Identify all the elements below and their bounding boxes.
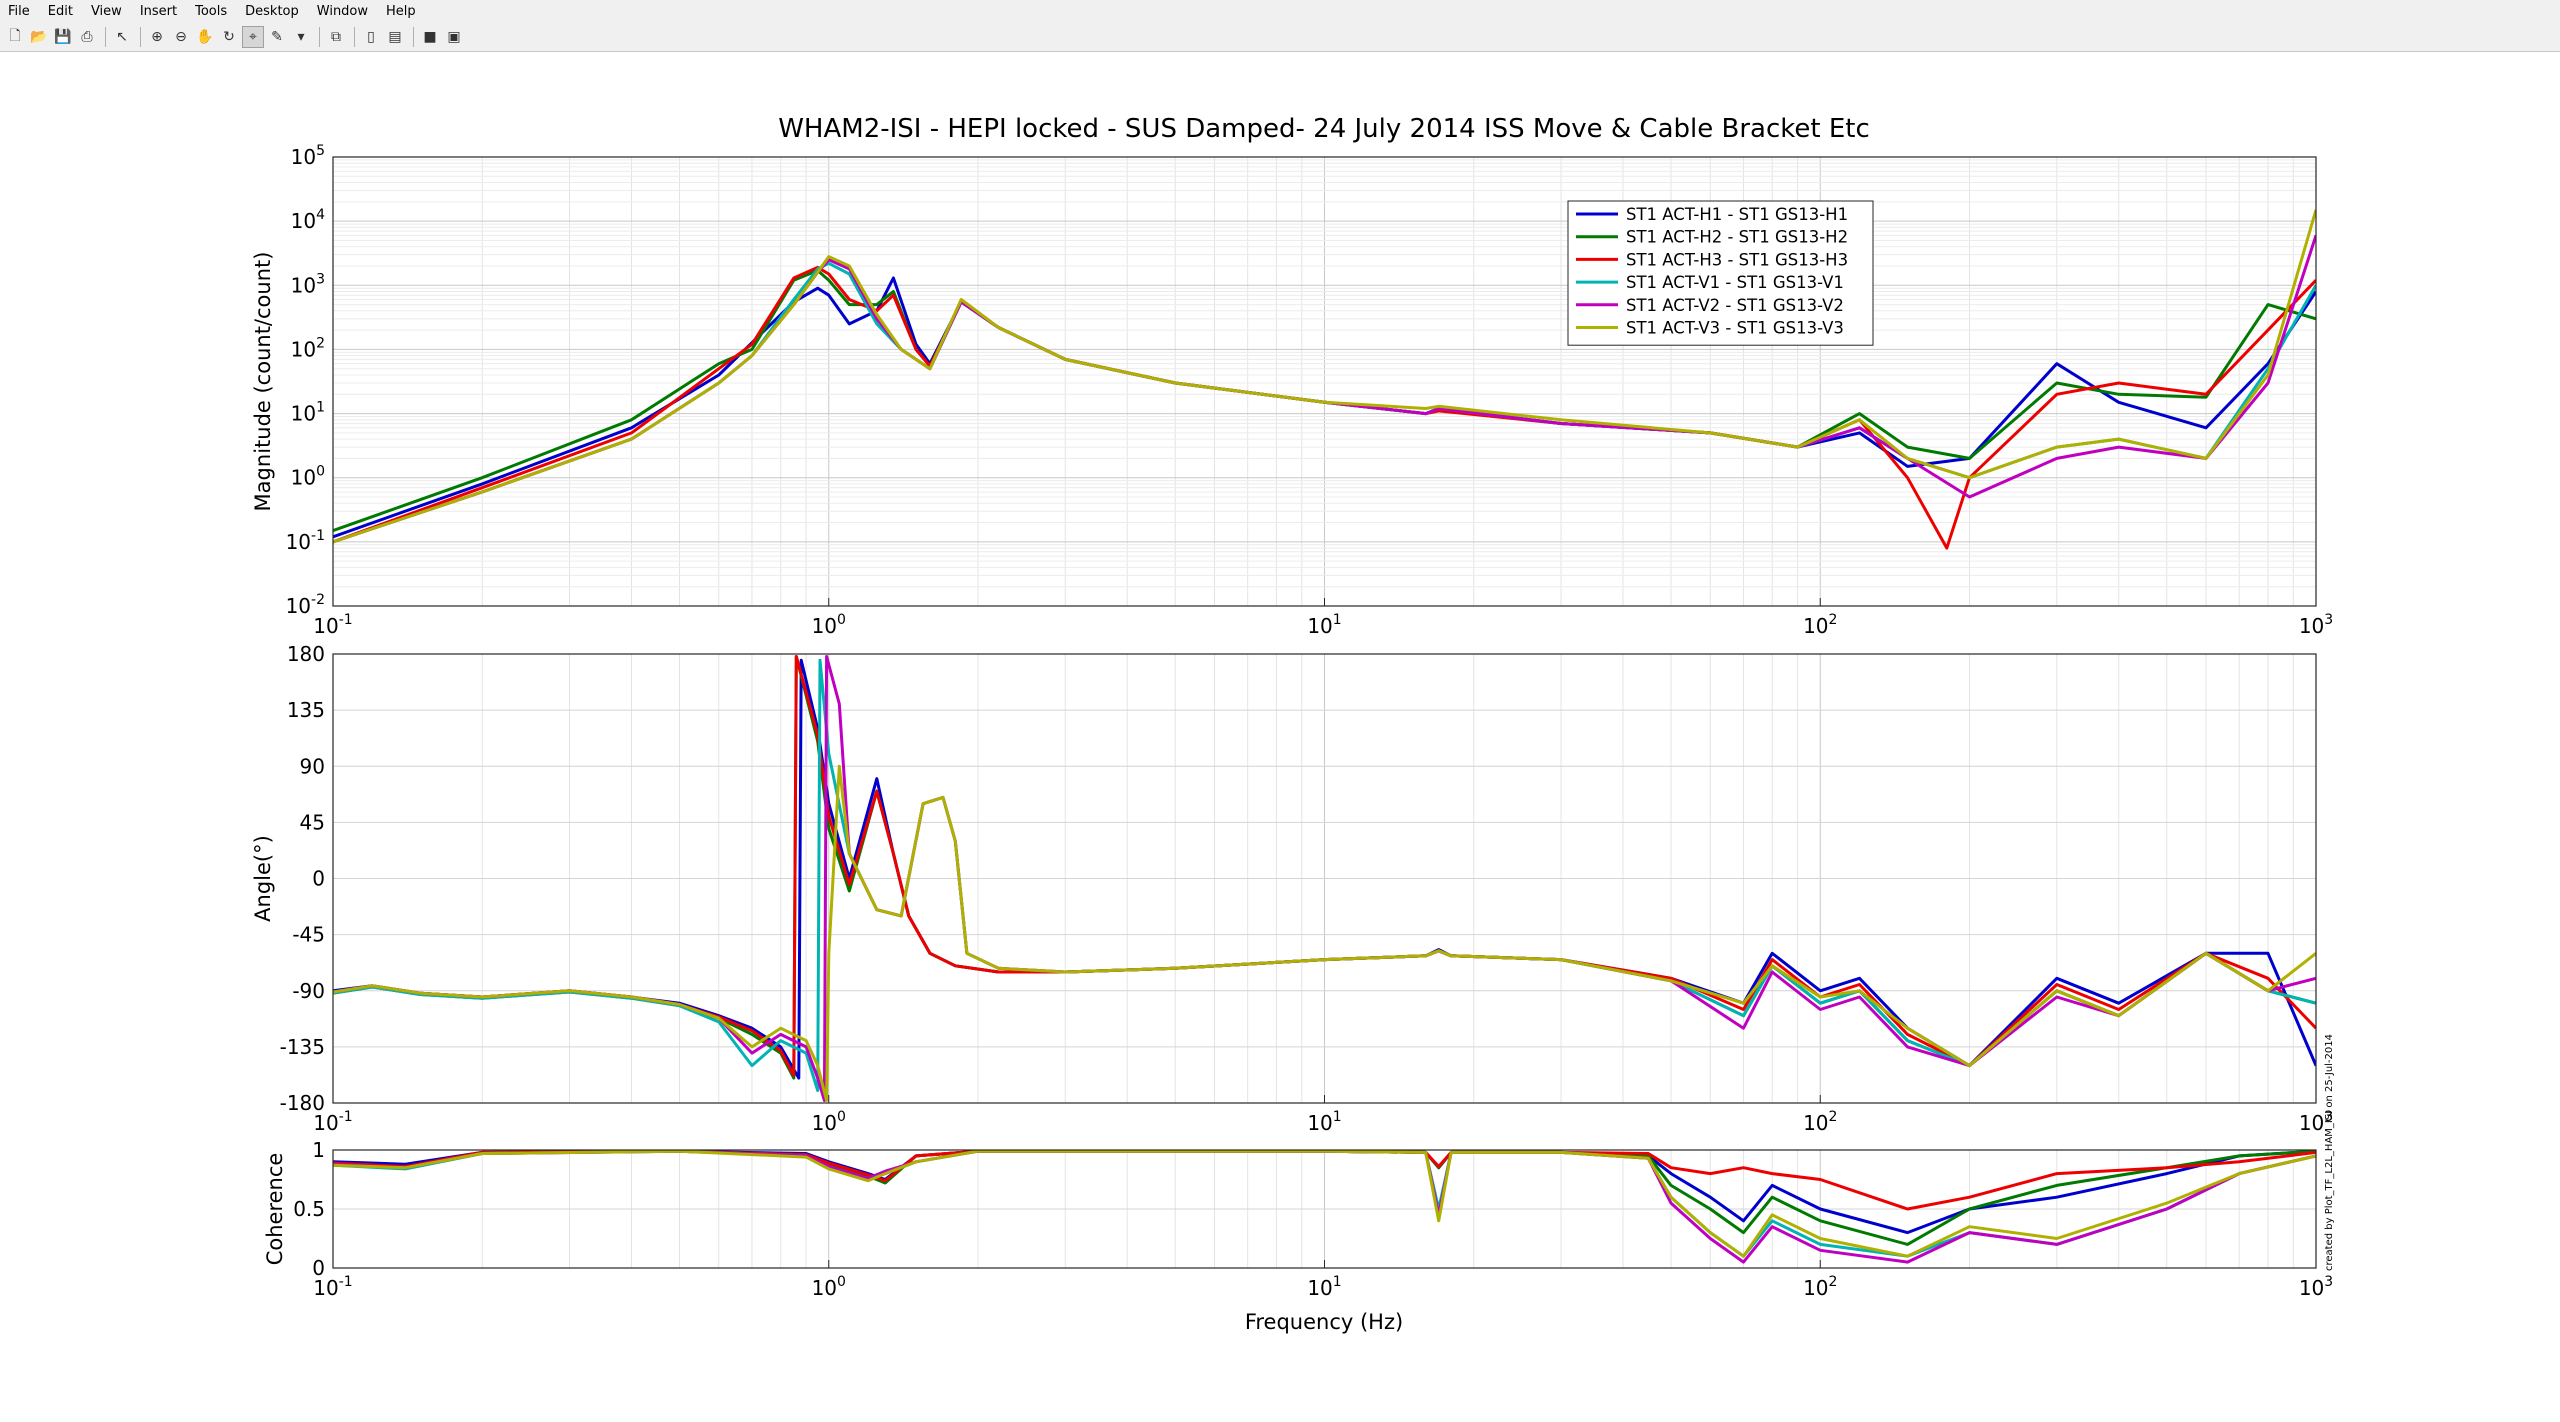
y-tick-label: 180 xyxy=(287,642,325,666)
legend-label-4: ST1 ACT-V1 - ST1 GS13-V1 xyxy=(1626,273,1844,292)
colorbar-icon[interactable]: ⧉ xyxy=(325,26,347,48)
axes-phase: 10-1 100 101 102 103-180-135-90-450459013518… xyxy=(251,642,2333,1135)
menu-file[interactable]: File xyxy=(0,4,39,19)
zoom-out-icon[interactable]: ⊖ xyxy=(170,26,192,48)
y-tick-label: -45 xyxy=(292,923,325,947)
y-axis-label: Angle(°) xyxy=(251,835,275,922)
menu-help[interactable]: Help xyxy=(377,4,425,19)
axes-magnitude: 10-1 100 101 102 10310-210-11001011021031041… xyxy=(251,143,2333,638)
y-tick-label: 0 xyxy=(312,867,325,891)
hide-plot-tools-icon[interactable]: ▤ xyxy=(384,26,406,48)
link-icon[interactable]: ▾ xyxy=(290,26,312,48)
toolbar-separator xyxy=(140,26,141,47)
new-file-icon[interactable]: 🗋 xyxy=(4,26,26,48)
y-axis-label: Magnitude (count/count) xyxy=(251,252,275,512)
plot-svg: WHAM2-ISI - HEPI locked - SUS Damped- 24… xyxy=(0,53,2560,1418)
legend-label-2: ST1 ACT-H2 - ST1 GS13-H2 xyxy=(1626,228,1848,247)
menu-desktop[interactable]: Desktop xyxy=(236,4,308,19)
data-cursor-icon[interactable]: ⌖ xyxy=(242,25,264,48)
y-axis-label: Coherence xyxy=(263,1153,287,1266)
save-icon[interactable]: 💾 xyxy=(52,26,74,48)
show-plot-tools-icon[interactable]: ■ xyxy=(419,26,441,48)
y-tick-label: 0 xyxy=(312,1256,325,1280)
toolbar-separator xyxy=(413,26,414,47)
y-tick-label: -135 xyxy=(280,1035,325,1059)
toolbar-separator xyxy=(319,26,320,47)
figure-title: WHAM2-ISI - HEPI locked - SUS Damped- 24… xyxy=(778,114,1870,144)
rotate-icon[interactable]: ↻ xyxy=(218,26,240,48)
y-tick-label: -90 xyxy=(292,979,325,1003)
menu-view[interactable]: View xyxy=(82,4,131,19)
menu-insert[interactable]: Insert xyxy=(131,4,186,19)
y-tick-label: 45 xyxy=(300,810,325,834)
toolbar-separator xyxy=(354,26,355,47)
y-tick-label: 135 xyxy=(287,698,325,722)
zoom-in-icon[interactable]: ⊕ xyxy=(146,26,168,48)
pan-icon[interactable]: ✋ xyxy=(194,26,216,48)
figure-toolbar: 🗋 📂 💾 ⎙ ↖ ⊕ ⊖ ✋ ↻ ⌖ ✎ ▾ ⧉ ▯ ▤ ■ ▣ xyxy=(0,22,2560,52)
toolbar-separator xyxy=(105,26,106,47)
menu-edit[interactable]: Edit xyxy=(39,4,82,19)
brush-icon[interactable]: ✎ xyxy=(266,26,288,48)
y-tick-label: 0.5 xyxy=(293,1197,325,1221)
legend-label-3: ST1 ACT-H3 - ST1 GS13-H3 xyxy=(1626,250,1848,269)
open-file-icon[interactable]: 📂 xyxy=(28,26,50,48)
figure-canvas: WHAM2-ISI - HEPI locked - SUS Damped- 24… xyxy=(0,53,2560,1418)
legend[interactable]: ST1 ACT-H1 - ST1 GS13-H1 ST1 ACT-H2 - ST1… xyxy=(1567,200,1874,346)
pointer-icon[interactable]: ↖ xyxy=(111,26,133,48)
y-tick-label: -180 xyxy=(280,1091,325,1115)
x-axis-label: Frequency (Hz) xyxy=(1245,1310,1403,1334)
menu-bar: File Edit View Insert Tools Desktop Wind… xyxy=(0,0,2560,22)
y-tick-label: 90 xyxy=(300,754,325,778)
dock-icon[interactable]: ▣ xyxy=(443,26,465,48)
y-tick-label: 1 xyxy=(312,1138,325,1162)
menu-window[interactable]: Window xyxy=(308,4,377,19)
menu-tools[interactable]: Tools xyxy=(186,4,236,19)
print-icon[interactable]: ⎙ xyxy=(76,26,98,48)
legend-label-1: ST1 ACT-H1 - ST1 GS13-H1 xyxy=(1626,205,1848,224)
legend-label-5: ST1 ACT-V2 - ST1 GS13-V2 xyxy=(1626,296,1844,315)
legend-icon[interactable]: ▯ xyxy=(360,26,382,48)
side-note: created by Plot_TF_L2L_HAM_ISI on 25-Jul… xyxy=(2324,1034,2335,1271)
legend-label-6: ST1 ACT-V3 - ST1 GS13-V3 xyxy=(1626,319,1844,338)
